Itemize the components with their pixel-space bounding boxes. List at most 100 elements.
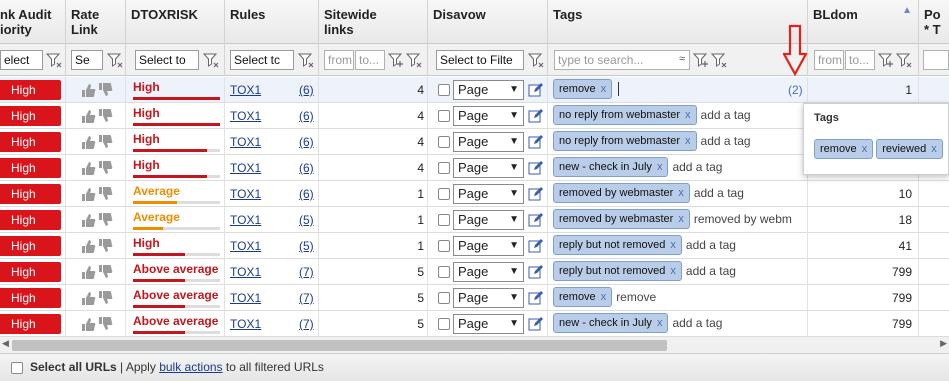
bldom-from-input[interactable]: from — [814, 50, 844, 70]
select-all-label[interactable]: Select all URLs — [30, 360, 117, 374]
table-row[interactable]: High Average TOX1 (5) 1 Page ▼ removed by webma… — [0, 207, 949, 233]
disavow-checkbox[interactable] — [438, 136, 450, 148]
select-all-checkbox[interactable] — [11, 362, 23, 374]
tag-input-text[interactable]: removed by webm — [694, 212, 792, 226]
tag-chip[interactable]: new - check in July x — [553, 157, 669, 177]
tag-chip[interactable]: no reply from webmaster x — [553, 131, 697, 151]
rules-filter-select[interactable]: Select tc — [230, 50, 294, 70]
disavow-checkbox[interactable] — [438, 188, 450, 200]
rule-count-link[interactable]: (6) — [299, 109, 314, 123]
tags-editor[interactable]: reply but not removed x add a tag — [553, 235, 736, 257]
tag-chip[interactable]: remove x — [553, 79, 613, 99]
edit-icon[interactable] — [528, 186, 544, 202]
tags-editor[interactable]: new - check in July x add a tag — [553, 157, 722, 179]
disavow-type-select[interactable]: Page ▼ — [453, 210, 524, 230]
scroll-right-icon[interactable]: ▶ — [940, 338, 947, 349]
disavow-checkbox[interactable] — [438, 110, 450, 122]
edit-icon[interactable] — [528, 160, 544, 176]
rule-count-link[interactable]: (6) — [299, 161, 314, 175]
disavow-checkbox[interactable] — [438, 318, 450, 330]
edit-icon[interactable] — [528, 238, 544, 254]
table-row[interactable]: High Above average TOX1 (7) 5 Page ▼ remove x rem… — [0, 285, 949, 311]
tag-chip[interactable]: no reply from webmaster x — [553, 105, 697, 125]
tags-editor[interactable]: remove x remove — [553, 287, 656, 309]
rule-link[interactable]: TOX1 — [230, 239, 261, 253]
tags-editor[interactable]: removed by webmaster x removed by webm — [553, 209, 792, 231]
tag-remove-icon[interactable]: x — [601, 83, 607, 95]
rule-link[interactable]: TOX1 — [230, 187, 261, 201]
rule-count-link[interactable]: (5) — [299, 213, 314, 227]
tags-editor[interactable]: no reply from webmaster x add a tag — [553, 131, 751, 153]
tag-chip[interactable]: reply but not removed x — [553, 261, 682, 281]
rule-link[interactable]: TOX1 — [230, 109, 261, 123]
rule-count-link[interactable]: (6) — [299, 83, 314, 97]
edit-icon[interactable] — [528, 212, 544, 228]
tags-editor[interactable]: no reply from webmaster x add a tag — [553, 105, 751, 127]
tag-input-text[interactable]: add a tag — [694, 186, 744, 200]
tags-search-input[interactable]: type to search... — [554, 50, 690, 70]
popup-tag-chip[interactable]: reviewed x — [876, 139, 943, 159]
edit-icon[interactable] — [528, 134, 544, 150]
tags-editor[interactable]: removed by webmaster x add a tag — [553, 183, 744, 205]
edit-icon[interactable] — [528, 264, 544, 280]
bldom-to-input[interactable]: to... — [845, 50, 875, 70]
rate-thumbs-icon[interactable] — [80, 264, 114, 280]
tag-input-text[interactable]: add a tag — [701, 134, 751, 148]
rate-filter-select[interactable]: Se — [71, 50, 103, 70]
tag-input-text[interactable]: add a tag — [672, 160, 722, 174]
disavow-checkbox[interactable] — [438, 84, 450, 96]
rule-link[interactable]: TOX1 — [230, 161, 261, 175]
rate-thumbs-icon[interactable] — [80, 316, 114, 332]
tag-remove-icon[interactable]: x — [685, 135, 691, 147]
filter-funnel-icon[interactable] — [297, 51, 315, 69]
clear-filter-icon[interactable] — [710, 51, 728, 69]
filter-funnel-icon[interactable] — [877, 51, 895, 69]
rule-count-link[interactable]: (6) — [299, 135, 314, 149]
rate-thumbs-icon[interactable] — [80, 212, 114, 228]
edit-icon[interactable] — [528, 290, 544, 306]
rate-thumbs-icon[interactable] — [80, 108, 114, 124]
tag-remove-icon[interactable]: x — [670, 239, 676, 251]
tag-count[interactable]: (2) — [788, 83, 803, 97]
tag-remove-icon[interactable]: x — [931, 143, 937, 155]
audit-filter-select[interactable]: elect — [0, 50, 43, 70]
tag-remove-icon[interactable]: x — [678, 187, 684, 199]
disavow-filter-select[interactable]: Select to Filte — [436, 50, 524, 70]
tag-remove-icon[interactable]: x — [685, 109, 691, 121]
col-header-dtoxrisk[interactable]: DTOXRISK — [126, 0, 225, 44]
bulk-actions-link[interactable]: bulk actions — [159, 360, 222, 374]
table-row[interactable]: High Above average TOX1 (7) 5 Page ▼ new - chec… — [0, 311, 949, 337]
disavow-checkbox[interactable] — [438, 292, 450, 304]
sitewide-from-input[interactable]: from — [324, 50, 354, 70]
col-header-disavow[interactable]: Disavow — [428, 0, 548, 44]
tag-chip[interactable]: new - check in July x — [553, 313, 669, 333]
tag-remove-icon[interactable]: x — [657, 317, 663, 329]
tag-remove-icon[interactable]: x — [670, 265, 676, 277]
rate-thumbs-icon[interactable] — [80, 82, 114, 98]
tag-remove-icon[interactable]: x — [678, 213, 684, 225]
tag-chip[interactable]: removed by webmaster x — [553, 209, 690, 229]
tags-editor[interactable]: remove x — [553, 79, 620, 101]
clear-filter-icon[interactable] — [405, 51, 423, 69]
tag-input-text[interactable]: add a tag — [672, 316, 722, 330]
tag-remove-icon[interactable]: x — [862, 143, 868, 155]
tags-editor[interactable]: new - check in July x add a tag — [553, 313, 722, 335]
filter-funnel-icon[interactable] — [45, 51, 63, 69]
tags-editor[interactable]: reply but not removed x add a tag — [553, 261, 736, 283]
rule-link[interactable]: TOX1 — [230, 213, 261, 227]
table-row[interactable]: High Above average TOX1 (7) 5 Page ▼ reply but … — [0, 259, 949, 285]
filter-funnel-icon[interactable] — [387, 51, 405, 69]
disavow-checkbox[interactable] — [438, 266, 450, 278]
rate-thumbs-icon[interactable] — [80, 186, 114, 202]
disavow-checkbox[interactable] — [438, 162, 450, 174]
sitewide-to-input[interactable]: to... — [355, 50, 385, 70]
col-header-rules[interactable]: Rules — [225, 0, 319, 44]
rule-link[interactable]: TOX1 — [230, 83, 261, 97]
col-header-rate-link[interactable]: Rate Link — [66, 0, 126, 44]
horizontal-scrollbar[interactable]: ◀ ▶ — [0, 336, 949, 353]
tag-input-text[interactable]: add a tag — [686, 238, 736, 252]
rule-count-link[interactable]: (7) — [299, 265, 314, 279]
dtox-filter-select[interactable]: Select to — [135, 50, 199, 70]
edit-icon[interactable] — [528, 316, 544, 332]
scrollbar-thumb[interactable] — [12, 340, 667, 351]
